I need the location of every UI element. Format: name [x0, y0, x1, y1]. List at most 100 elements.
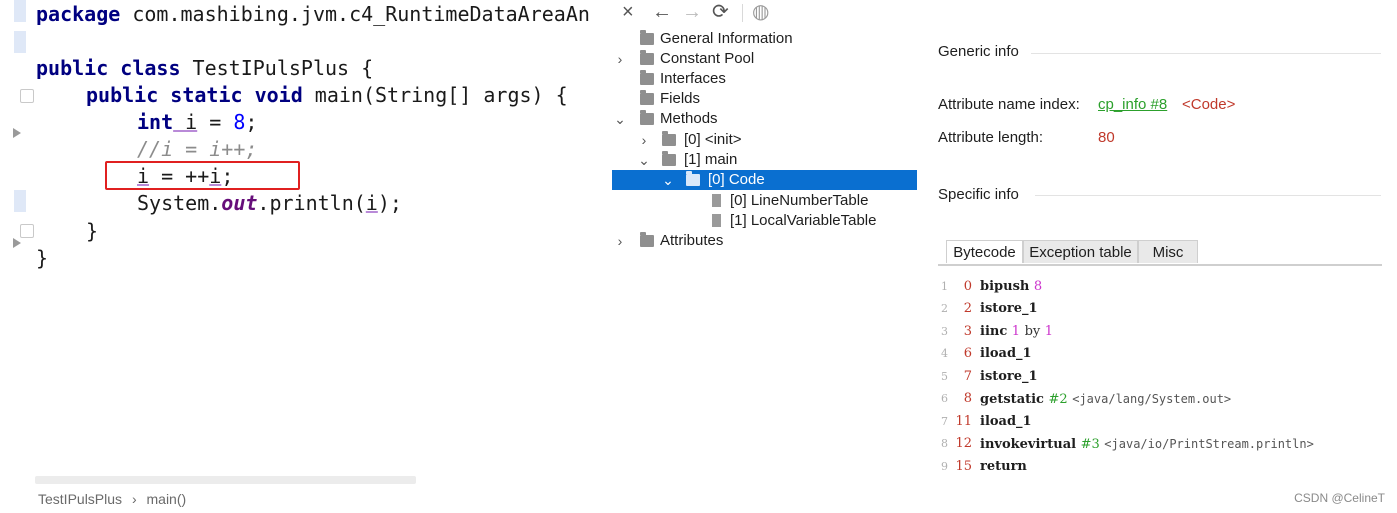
opcode-name: iload_1 [980, 414, 1032, 429]
tree-item-code[interactable]: ⌄ [0] Code [612, 170, 917, 190]
tree-label: Fields [660, 90, 701, 107]
offset: 6 [963, 346, 972, 361]
offset: 0 [963, 279, 972, 294]
method-call: .println( [257, 191, 366, 215]
fold-icon[interactable] [20, 89, 34, 103]
breadcrumb-class[interactable]: TestIPulsPlus [38, 491, 122, 507]
tree-item-method-init[interactable]: › [0] <init> [612, 130, 917, 150]
document-icon [712, 214, 721, 227]
ref-comment: <java/lang/System.out> [1072, 392, 1232, 406]
folder-icon [640, 30, 654, 45]
opcode-name: getstatic [980, 392, 1044, 407]
code-line-package[interactable]: package com.mashibing.jvm.c4_RuntimeData… [36, 1, 590, 27]
line-number: 8 [941, 437, 948, 450]
code-line-class[interactable]: public class TestIPulsPlus { [36, 55, 373, 81]
tree-label: Methods [660, 110, 718, 127]
line-number: 3 [941, 325, 948, 338]
section-divider [1035, 195, 1381, 196]
constant-ref-link[interactable]: #2 [1049, 392, 1068, 407]
line-number: 7 [941, 415, 948, 428]
attribute-name-label: Attribute name index: [938, 96, 1080, 113]
offset: 3 [963, 324, 972, 339]
breadcrumb-method[interactable]: main() [147, 491, 187, 507]
fold-icon[interactable] [20, 224, 34, 238]
run-arrow-icon[interactable] [13, 238, 21, 248]
tree-label: [0] Code [708, 171, 765, 188]
change-marker [14, 190, 26, 212]
offset: 12 [955, 436, 972, 451]
web-icon[interactable]: ◍ [752, 1, 769, 23]
tree-label: Constant Pool [660, 50, 755, 67]
chevron-down-icon[interactable]: ⌄ [662, 170, 674, 190]
operand-keyword: by [1024, 324, 1041, 339]
tree-label: [0] LineNumberTable [730, 192, 869, 209]
code-editor[interactable]: package com.mashibing.jvm.c4_RuntimeData… [0, 0, 612, 513]
keyword: public static void [86, 83, 303, 107]
offset: 11 [955, 414, 972, 429]
attribute-name-link[interactable]: cp_info #8 [1098, 96, 1167, 113]
forward-icon[interactable]: → [682, 1, 702, 23]
offset: 7 [963, 369, 972, 384]
tree-item-methods[interactable]: ⌄ Methods [612, 109, 917, 129]
offset: 15 [955, 459, 972, 474]
opcode-name: bipush [980, 279, 1030, 294]
editor-gutter [0, 0, 34, 513]
tree-label: [1] LocalVariableTable [730, 212, 877, 229]
tab-bytecode[interactable]: Bytecode [946, 240, 1023, 263]
back-icon[interactable]: ← [652, 1, 672, 23]
keyword: public class [36, 56, 181, 80]
tree-item-method-main[interactable]: ⌄ [1] main [612, 150, 917, 170]
class-ref: System. [137, 191, 222, 215]
tab-misc[interactable]: Misc [1138, 240, 1198, 263]
highlight-box [105, 161, 300, 190]
tree-label: Attributes [660, 232, 724, 249]
breadcrumb: TestIPulsPlus › main() [38, 491, 192, 507]
line-number: 6 [941, 392, 948, 405]
toolbar: × ← → ⟳ ◍ [612, 0, 1397, 26]
folder-icon [640, 232, 654, 247]
code-line-close-method[interactable]: } [86, 218, 98, 244]
folder-icon [640, 50, 654, 65]
opcode-name: iinc [980, 324, 1008, 339]
section-divider [1031, 53, 1381, 54]
keyword: int [137, 110, 174, 134]
attribute-length-value: 80 [1098, 129, 1115, 146]
tree-item-interfaces[interactable]: Interfaces [612, 69, 917, 89]
attribute-name-value: <Code> [1182, 96, 1236, 113]
offset: 2 [963, 301, 972, 316]
chevron-right-icon[interactable]: › [638, 130, 650, 150]
opcode-name: iload_1 [980, 346, 1032, 361]
horizontal-scrollbar[interactable] [35, 476, 416, 484]
refresh-icon[interactable]: ⟳ [712, 1, 729, 23]
chevron-down-icon[interactable]: ⌄ [638, 150, 650, 170]
watermark: CSDN @CelineT [1294, 491, 1385, 505]
specific-info-title: Specific info [938, 186, 1019, 203]
structure-tree: General Information › Constant Pool Inte… [612, 28, 917, 513]
tab-exception-table[interactable]: Exception table [1023, 240, 1138, 263]
chevron-right-icon[interactable]: › [614, 231, 626, 251]
tree-item-line-number-table[interactable]: [0] LineNumberTable [612, 191, 917, 211]
variable: i [365, 191, 378, 215]
generic-info-title: Generic info [938, 43, 1019, 60]
opcode-name: invokevirtual [980, 437, 1077, 452]
code-line-comment[interactable]: //i = i++; [137, 136, 257, 162]
chevron-right-icon[interactable]: › [614, 49, 626, 69]
tree-item-fields[interactable]: Fields [612, 89, 917, 109]
chevron-down-icon[interactable]: ⌄ [614, 109, 626, 129]
number-literal: 8 [233, 110, 246, 134]
code-line-method[interactable]: public static void main(String[] args) { [86, 82, 568, 108]
tree-item-constant-pool[interactable]: › Constant Pool [612, 49, 917, 69]
tree-item-local-variable-table[interactable]: [1] LocalVariableTable [612, 211, 917, 231]
constant-ref-link[interactable]: #3 [1081, 437, 1100, 452]
tree-item-attributes[interactable]: › Attributes [612, 231, 917, 251]
variable: i [173, 110, 198, 134]
tree-label: General Information [660, 30, 793, 47]
line-number: 9 [941, 460, 948, 473]
code-line-int[interactable]: int i = 8; [137, 109, 257, 135]
run-arrow-icon[interactable] [13, 128, 21, 138]
code-line-println[interactable]: System.out.println(i); [137, 190, 402, 216]
close-icon[interactable]: × [622, 1, 634, 23]
code-line-close-class[interactable]: } [36, 245, 48, 271]
breadcrumb-separator: › [131, 491, 137, 507]
tree-item-general-information[interactable]: General Information [612, 29, 917, 49]
